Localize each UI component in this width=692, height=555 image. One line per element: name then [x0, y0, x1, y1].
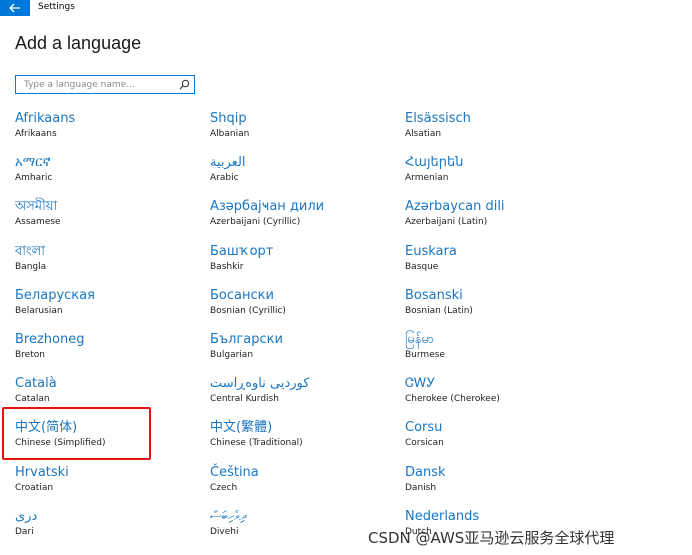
language-native-name: Català [15, 376, 57, 391]
language-english-name: Croatian [15, 483, 54, 493]
language-native-name: Čeština [210, 465, 259, 480]
language-option[interactable]: دری Dari [15, 509, 195, 549]
language-english-name: Bosnian (Latin) [405, 306, 473, 316]
language-english-name: Bashkir [210, 262, 244, 272]
language-english-name: Amharic [15, 173, 53, 183]
language-english-name: Breton [15, 350, 45, 360]
language-english-name: Chinese (Traditional) [210, 438, 303, 448]
language-english-name: Cherokee (Cherokee) [405, 394, 500, 404]
language-native-name: Elsässisch [405, 111, 471, 126]
language-english-name: Bosnian (Cyrillic) [210, 306, 286, 316]
language-native-name: Азәрбајҹан дили [210, 199, 325, 214]
language-option[interactable]: العربية Arabic [210, 155, 390, 195]
window-title: Settings [38, 2, 75, 12]
language-native-name: Босански [210, 288, 274, 303]
language-english-name: Catalan [15, 394, 50, 404]
language-native-name: Български [210, 332, 283, 347]
language-native-name: Corsu [405, 420, 443, 435]
language-option[interactable]: 中文(繁體) Chinese (Traditional) [210, 420, 390, 460]
language-english-name: Divehi [210, 527, 239, 537]
language-native-name: ᏣᎳᎩ [405, 376, 436, 391]
arrow-left-icon [9, 3, 20, 13]
back-button[interactable] [0, 0, 30, 16]
language-option[interactable]: Afrikaans Afrikaans [15, 111, 195, 151]
selection-highlight [2, 407, 151, 460]
watermark: CSDN @AWS亚马逊云服务全球代理 [368, 529, 615, 547]
search-icon[interactable] [179, 79, 190, 90]
language-option[interactable]: ᏣᎳᎩ Cherokee (Cherokee) [405, 376, 585, 416]
language-native-name: Беларуская [15, 288, 95, 303]
language-native-name: Brezhoneg [15, 332, 85, 347]
language-option[interactable]: Čeština Czech [210, 465, 390, 505]
language-native-name: Dansk [405, 465, 446, 480]
language-option[interactable]: کوردیی ناوەڕاست Central Kurdish [210, 376, 390, 416]
language-english-name: Danish [405, 483, 437, 493]
language-option[interactable]: မြန်မာ Burmese [405, 332, 585, 372]
language-native-name: 中文(繁體) [210, 420, 273, 435]
language-option[interactable]: Азәрбајҹан дили Azerbaijani (Cyrillic) [210, 199, 390, 239]
language-english-name: Dari [15, 527, 34, 537]
search-box[interactable] [15, 75, 195, 94]
language-english-name: Assamese [15, 217, 61, 227]
language-native-name: Հայերեն [405, 155, 464, 170]
language-english-name: Arabic [210, 173, 239, 183]
language-option[interactable]: ދިވެހިބަސް Divehi [210, 509, 390, 549]
title-bar: Settings [0, 0, 692, 16]
language-option[interactable]: Bosanski Bosnian (Latin) [405, 288, 585, 328]
language-english-name: Afrikaans [15, 129, 57, 139]
language-option[interactable]: Hrvatski Croatian [15, 465, 195, 505]
language-native-name: Bosanski [405, 288, 463, 303]
language-english-name: Czech [210, 483, 238, 493]
language-english-name: Azerbaijani (Cyrillic) [210, 217, 301, 227]
language-option[interactable]: অসমীয়া Assamese [15, 199, 195, 239]
language-english-name: Corsican [405, 438, 444, 448]
language-english-name: Azerbaijani (Latin) [405, 217, 488, 227]
language-native-name: Afrikaans [15, 111, 76, 126]
language-native-name: دری [15, 509, 38, 524]
language-native-name: অসমীয়া [15, 199, 58, 214]
language-native-name: Nederlands [405, 509, 480, 524]
language-option[interactable]: Беларуская Belarusian [15, 288, 195, 328]
language-english-name: Basque [405, 262, 439, 272]
language-native-name: Hrvatski [15, 465, 69, 480]
language-english-name: Central Kurdish [210, 394, 279, 404]
language-option[interactable]: Հայերեն Armenian [405, 155, 585, 195]
page-title: Add a language [15, 33, 142, 53]
language-option[interactable]: বাংলা Bangla [15, 244, 195, 284]
language-native-name: Azərbaycan dili [405, 199, 505, 214]
language-option[interactable]: Shqip Albanian [210, 111, 390, 151]
search-input[interactable] [22, 77, 176, 93]
language-option[interactable]: Elsässisch Alsatian [405, 111, 585, 151]
language-native-name: Shqip [210, 111, 247, 126]
language-option[interactable]: Azərbaycan dili Azerbaijani (Latin) [405, 199, 585, 239]
language-option[interactable]: Brezhoneg Breton [15, 332, 195, 372]
language-native-name: العربية [210, 155, 246, 170]
language-option[interactable]: አማርኛ Amharic [15, 155, 195, 195]
language-english-name: Bangla [15, 262, 47, 272]
language-option[interactable]: Български Bulgarian [210, 332, 390, 372]
language-english-name: Belarusian [15, 306, 63, 316]
language-native-name: မြန်မာ [405, 332, 435, 347]
language-english-name: Alsatian [405, 129, 442, 139]
language-option[interactable]: Dansk Danish [405, 465, 585, 505]
language-native-name: বাংলা [15, 244, 46, 259]
language-native-name: Euskara [405, 244, 457, 259]
language-english-name: Albanian [210, 129, 250, 139]
language-option[interactable]: Босански Bosnian (Cyrillic) [210, 288, 390, 328]
language-english-name: Burmese [405, 350, 445, 360]
language-native-name: አማርኛ [15, 155, 51, 170]
language-native-name: کوردیی ناوەڕاست [210, 376, 310, 391]
language-native-name: ދިވެހިބަސް [210, 509, 247, 524]
language-option[interactable]: Corsu Corsican [405, 420, 585, 460]
language-english-name: Bulgarian [210, 350, 254, 360]
language-option[interactable]: Euskara Basque [405, 244, 585, 284]
language-option[interactable]: Башҡорт Bashkir [210, 244, 390, 284]
language-native-name: Башҡорт [210, 244, 274, 259]
language-english-name: Armenian [405, 173, 449, 183]
